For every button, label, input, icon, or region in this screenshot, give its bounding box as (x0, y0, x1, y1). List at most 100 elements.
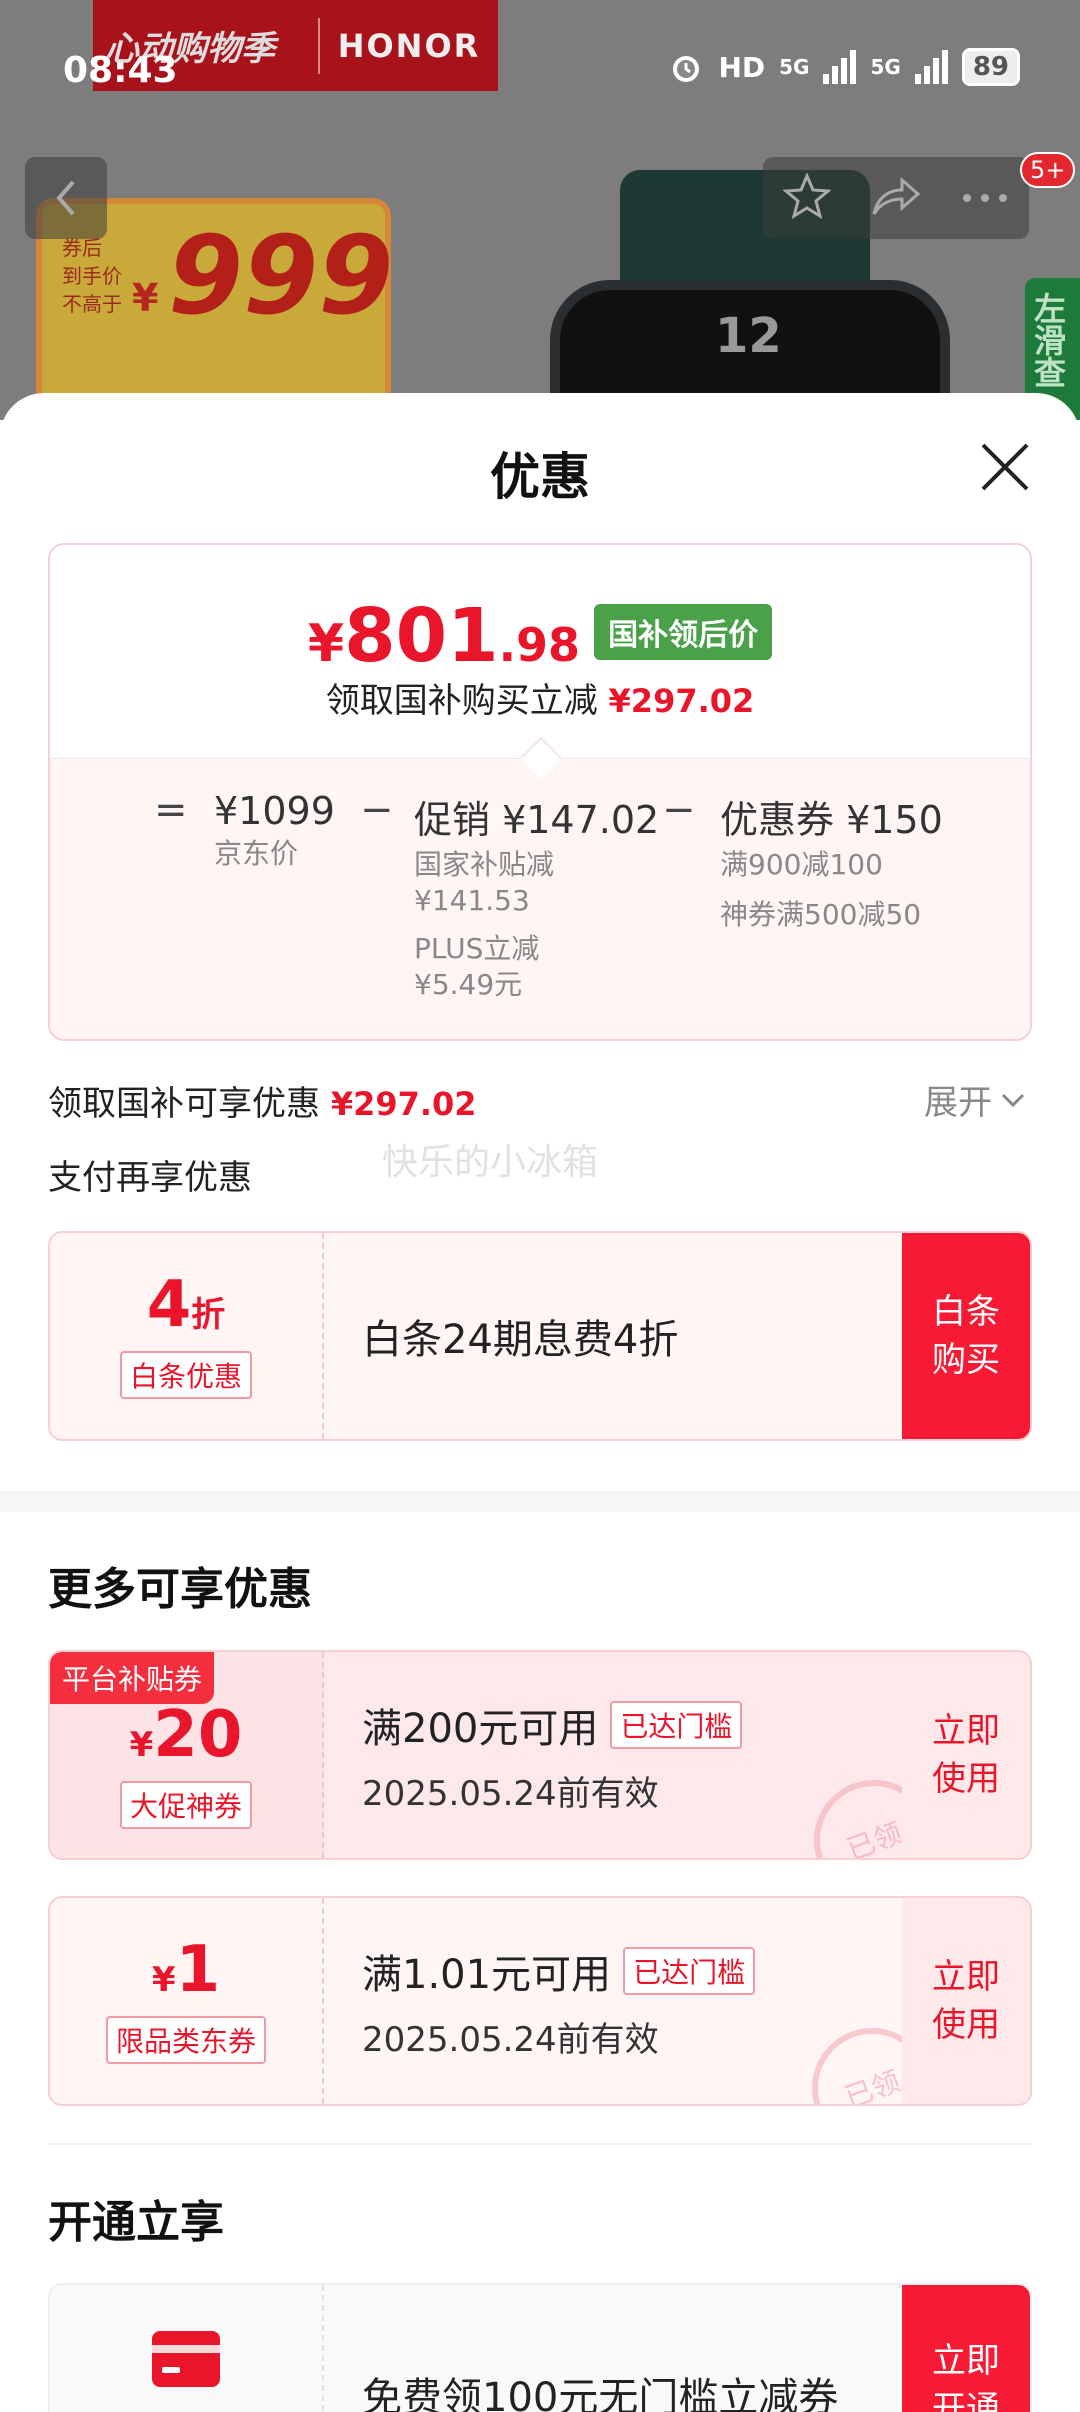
watermark: 快乐的小冰箱 (382, 1142, 599, 1183)
final-price: ¥ 801 .98 国补领后价 (50, 593, 1030, 679)
use-coupon-button[interactable]: 立即 使用 (902, 1898, 1030, 2104)
promotion-column: 促销 ¥147.02 国家补贴减 ¥141.53 PLUS立减 ¥5.49元 (414, 789, 659, 1006)
coupon-expiry: 2025.05.24前有效 (362, 1773, 659, 1814)
final-price-decimal: .98 (498, 618, 581, 672)
coupon-condition-text: 满200元可用 (362, 1705, 599, 1752)
threshold-reached-badge: 已达门槛 (610, 1700, 743, 1749)
use-coupon-button[interactable]: 立即 使用 (902, 1652, 1030, 1858)
chevron-left-icon (56, 180, 75, 216)
final-price-integer: 801 (344, 593, 499, 679)
close-button[interactable] (975, 437, 1035, 497)
coupon-condition-text: 满1.01元可用 (362, 1951, 612, 1998)
final-price-area: ¥ 801 .98 国补领后价 领取国补购买立减 ¥297.02 (50, 545, 1030, 758)
coupon-value: 20 (153, 1698, 243, 1772)
baitiao-title: 白条24期息费4折 (362, 1317, 679, 1363)
minus-sign: − (662, 787, 696, 833)
jd-price-value: ¥1099 (214, 789, 335, 833)
network-type-label: 5G (870, 55, 901, 79)
jd-price-column: ¥1099 京东价 (214, 789, 335, 875)
baitiao-discount-unit: 折 (191, 1295, 226, 1335)
status-icons: HD 5G 5G 89 (668, 48, 1020, 86)
coupon-detail: 满900减100 (720, 848, 883, 881)
promo-price: 999 (168, 214, 394, 339)
price-summary-box: ¥ 801 .98 国补领后价 领取国补购买立减 ¥297.02 = ¥1099… (48, 543, 1032, 1041)
subsidy-row: 领取国补可享优惠 ¥297.02 (48, 1076, 477, 1125)
equals-sign: = (154, 787, 188, 833)
coupon-total: 优惠券 ¥150 (720, 798, 943, 842)
platform-subsidy-tag: 平台补贴券 (50, 1652, 215, 1704)
notification-badge: 5+ (1020, 152, 1076, 188)
coupon-detail: 神券满500减50 (720, 898, 922, 931)
pay-row-label: 支付再享优惠 (48, 1158, 252, 1198)
coupon-card: 平台补贴券 ¥20 大促神券 满200元可用 已达门槛 2025.05.24前有… (48, 1650, 1032, 1860)
network-type-label: 5G (779, 55, 810, 79)
membership-info: 免费领100元无门槛立减券 (362, 2285, 838, 2412)
top-right-actions (763, 157, 1029, 239)
battery-icon: 89 (961, 48, 1020, 86)
baitiao-discount-number: 4 (146, 1268, 192, 1342)
membership-offer-card: 免费领100元无门槛立减券 立即 开通 (48, 2283, 1032, 2412)
coupon-yen: ¥ (151, 1960, 176, 2000)
status-bar: 08:43 HD 5G 5G 89 (0, 0, 1080, 140)
promotion-detail: ¥141.53 (414, 884, 530, 917)
baitiao-discount-value: 4折 (147, 1273, 226, 1337)
sheet-title: 优惠 (490, 448, 590, 506)
alarm-icon (673, 56, 700, 82)
watch-numeral: 12 (715, 308, 782, 364)
star-icon (781, 172, 832, 220)
coupon-value: 1 (175, 1933, 221, 2007)
expand-button[interactable]: 展开 (924, 1075, 1026, 1124)
coupon-condition: 满200元可用 已达门槛 (362, 1696, 743, 1754)
coupon-info: 满200元可用 已达门槛 2025.05.24前有效 (362, 1652, 743, 1858)
more-dots-icon (963, 193, 1008, 202)
subsidy-row-amount: ¥297.02 (330, 1085, 477, 1123)
jd-price-label: 京东价 (214, 837, 299, 870)
coupon-column: 优惠券 ¥150 满900减100 神券满500减50 (720, 789, 943, 936)
baitiao-discount: 4折 白条优惠 (50, 1233, 324, 1439)
subsidy-price-tag: 国补领后价 (594, 604, 773, 660)
coupon-expiry: 2025.05.24前有效 (362, 2019, 659, 2060)
promo-line: 不高于 (62, 292, 122, 316)
coupon-card: ¥1 限品类东券 满1.01元可用 已达门槛 2025.05.24前有效 已领 … (48, 1896, 1032, 2106)
coupon-amount-area: ¥1 限品类东券 (50, 1898, 324, 2104)
more-button[interactable] (961, 189, 1009, 208)
baitiao-tag: 白条优惠 (119, 1351, 252, 1399)
subsidy-reduction-label: 领取国补购买立减 (325, 681, 598, 721)
coupon-type-tag: 限品类东券 (105, 2016, 266, 2064)
divider-line (48, 2143, 1032, 2145)
baitiao-offer-card: 4折 白条优惠 白条24期息费4折 白条 购买 (48, 1231, 1032, 1441)
coupon-yen: ¥ (129, 1725, 154, 1765)
card-icon (152, 2331, 220, 2387)
chevron-down-icon (1001, 1093, 1025, 1107)
coupon-condition: 满1.01元可用 已达门槛 (362, 1942, 756, 2000)
subsidy-reduction-amount: ¥297.02 (608, 682, 755, 720)
open-now-button[interactable]: 立即 开通 (902, 2285, 1030, 2412)
section-divider (0, 1490, 1080, 1512)
share-button[interactable] (870, 174, 922, 222)
status-time: 08:43 (63, 50, 178, 91)
signal-icon (823, 50, 857, 84)
coupon-type-tag: 大促神券 (119, 1781, 252, 1829)
baitiao-info: 白条24期息费4折 (362, 1233, 678, 1439)
threshold-reached-badge: 已达门槛 (623, 1946, 756, 1995)
coupon-info: 满1.01元可用 已达门槛 2025.05.24前有效 (362, 1898, 756, 2104)
hd-icon: HD (718, 50, 766, 84)
minus-sign: − (360, 787, 394, 833)
coupon-amount: ¥20 (130, 1703, 243, 1767)
promo-small-text: 券后 到手价 不高于 (62, 234, 122, 318)
signal-icon (914, 50, 948, 84)
membership-offer-title: 免费领100元无门槛立减券 (362, 2375, 839, 2412)
close-icon (981, 443, 1029, 491)
membership-icon-area (50, 2285, 324, 2412)
price-breakdown: = ¥1099 京东价 − 促销 ¥147.02 国家补贴减 ¥141.53 P… (50, 758, 1030, 1039)
promo-line: 到手价 (62, 264, 122, 288)
baitiao-buy-button[interactable]: 白条 购买 (902, 1233, 1030, 1439)
back-button[interactable] (25, 157, 107, 239)
promotion-total: 促销 ¥147.02 (414, 798, 660, 842)
promotion-detail: ¥5.49元 (414, 968, 523, 1001)
favorite-button[interactable] (781, 172, 832, 223)
final-price-yen: ¥ (307, 614, 345, 674)
more-offers-title: 更多可享优惠 (48, 1564, 312, 1615)
expand-label: 展开 (924, 1083, 992, 1123)
coupon-amount: ¥1 (152, 1938, 220, 2002)
